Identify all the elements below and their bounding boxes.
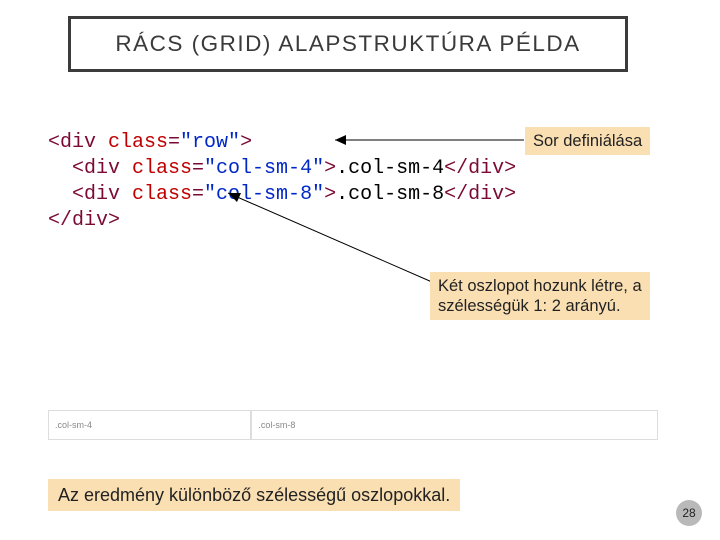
code-tag-close: </div>	[444, 183, 516, 206]
code-gt: >	[324, 157, 336, 180]
demo-grid-row: .col-sm-4 .col-sm-8	[48, 410, 658, 440]
code-val: "row"	[180, 131, 240, 154]
code-text: .col-sm-8	[336, 183, 444, 206]
code-block: <div class="row"> <div class="col-sm-4">…	[48, 130, 516, 234]
code-tag-open: <div	[48, 157, 132, 180]
slide-title-box: RÁCS (GRID) ALAPSTRUKTÚRA PÉLDA	[68, 16, 628, 72]
code-eq: =	[168, 131, 180, 154]
code-gt: >	[240, 131, 252, 154]
callout-columns: Két oszlopot hozunk létre, a szélességük…	[430, 272, 650, 320]
callout-result: Az eredmény különböző szélességű oszlopo…	[48, 479, 460, 511]
code-attr: class	[132, 157, 192, 180]
code-eq: =	[192, 157, 204, 180]
callout-row-definition: Sor definiálása	[525, 127, 650, 155]
code-attr: class	[132, 183, 192, 206]
annotation-arrows	[0, 0, 720, 540]
page-number: 28	[676, 500, 702, 526]
code-val: "col-sm-8"	[204, 183, 324, 206]
code-attr: class	[108, 131, 168, 154]
slide-title: RÁCS (GRID) ALAPSTRUKTÚRA PÉLDA	[115, 31, 580, 57]
code-val: "col-sm-4"	[204, 157, 324, 180]
code-tag-close: </div>	[444, 157, 516, 180]
code-gt: >	[324, 183, 336, 206]
demo-col-8: .col-sm-8	[251, 410, 658, 440]
code-tag-open: <div	[48, 131, 108, 154]
code-eq: =	[192, 183, 204, 206]
code-text: .col-sm-4	[336, 157, 444, 180]
code-tag-open: <div	[48, 183, 132, 206]
code-tag-close: </div>	[48, 209, 120, 232]
demo-col-4: .col-sm-4	[48, 410, 251, 440]
